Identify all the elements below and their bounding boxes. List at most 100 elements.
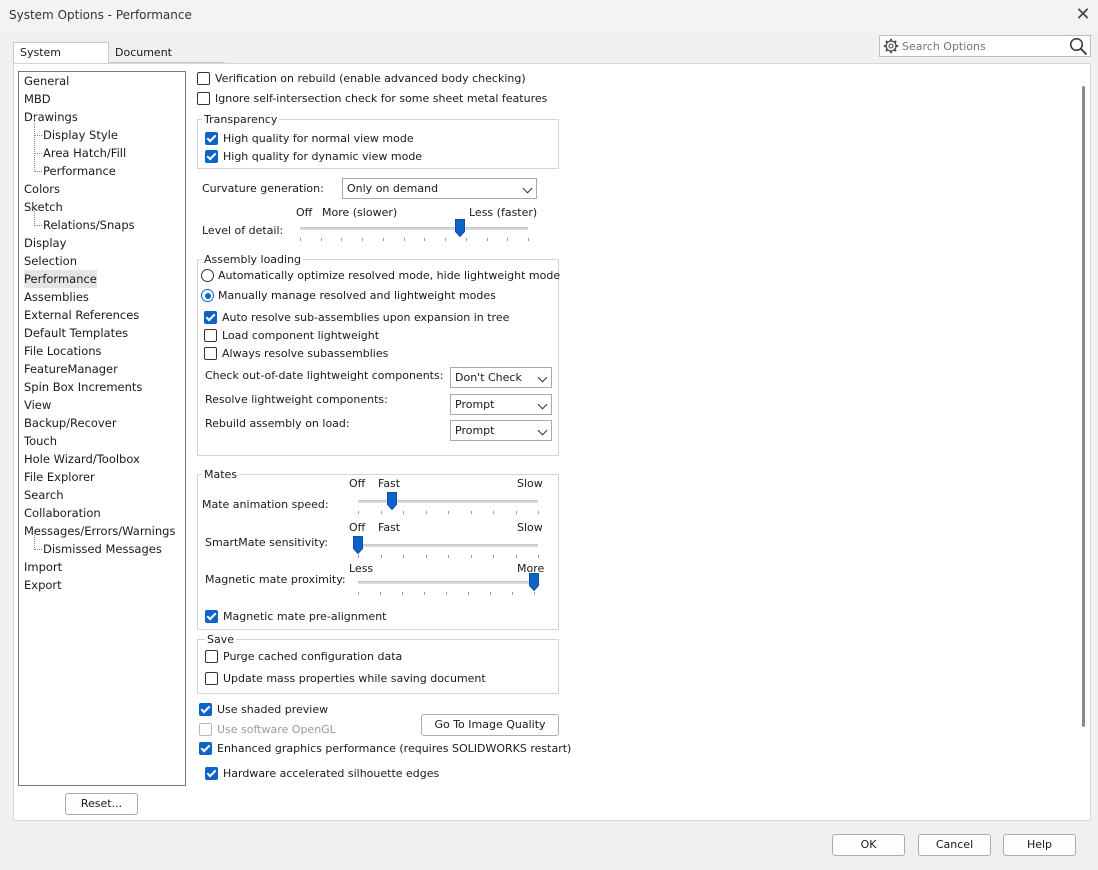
magnetic-pre-alignment-checkbox[interactable]: Magnetic mate pre-alignment (205, 609, 386, 625)
lod-max-label: Less (faster) (469, 206, 538, 219)
slider-thumb[interactable] (387, 492, 397, 510)
nav-item-hole-wizard-toolbox[interactable]: Hole Wizard/Toolbox (24, 450, 140, 468)
nav-item-export[interactable]: Export (24, 576, 62, 594)
slider-tick (358, 555, 359, 558)
lod-label: Level of detail: (202, 224, 284, 237)
resolve-lightweight-dropdown[interactable]: Prompt (450, 394, 552, 415)
slider-tick (528, 238, 529, 241)
nav-item-spin-box-increments[interactable]: Spin Box Increments (24, 378, 142, 396)
nav-item-collaboration[interactable]: Collaboration (24, 504, 101, 522)
checkbox-label: Verification on rebuild (enable advanced… (215, 72, 526, 85)
ignore-self-intersection-checkbox[interactable]: Ignore self-intersection check for some … (197, 91, 547, 107)
lod-off-label: Off (296, 206, 313, 219)
close-icon[interactable]: ✕ (1074, 4, 1092, 26)
slider-thumb[interactable] (529, 573, 539, 591)
nav-item-dismissed-messages[interactable]: Dismissed Messages (34, 531, 162, 558)
nav-item-colors[interactable]: Colors (24, 180, 60, 198)
auto-optimize-radio[interactable]: Automatically optimize resolved mode, hi… (201, 268, 560, 284)
slider-tick (426, 555, 427, 558)
verification-on-rebuild-checkbox[interactable]: Verification on rebuild (enable advanced… (197, 71, 526, 87)
gear-icon[interactable] (883, 38, 899, 54)
slider-tick (300, 238, 301, 241)
tab-system-options[interactable]: System Options (13, 42, 109, 78)
slider-tick (507, 238, 508, 241)
transparency-dynamic-checkbox[interactable]: High quality for dynamic view mode (205, 149, 422, 165)
checkbox-box (199, 703, 212, 716)
checkbox-label: Use software OpenGL (217, 723, 336, 736)
enhanced-graphics-checkbox[interactable]: Enhanced graphics performance (requires … (199, 741, 571, 757)
slider-tick (358, 511, 359, 514)
nav-item-messages[interactable]: Messages/Errors/Warnings (24, 522, 175, 540)
check-out-of-date-dropdown[interactable]: Don't Check (450, 367, 552, 388)
nav-item-touch[interactable]: Touch (24, 432, 57, 450)
mate-speed-slow-label: Slow (517, 477, 543, 490)
smartmate-fast-label: Fast (378, 521, 401, 534)
nav-item-external-references[interactable]: External References (24, 306, 139, 324)
go-to-image-quality-button[interactable]: Go To Image Quality (421, 714, 559, 736)
slider-tick (493, 555, 494, 558)
magnetic-less-label: Less (349, 562, 374, 575)
silhouette-edges-checkbox[interactable]: Hardware accelerated silhouette edges (205, 766, 439, 782)
ok-button[interactable]: OK (832, 834, 905, 856)
curvature-dropdown[interactable]: Only on demand (342, 178, 537, 199)
slider-thumb[interactable] (455, 219, 465, 237)
checkbox-box (197, 72, 210, 85)
auto-resolve-checkbox[interactable]: Auto resolve sub-assemblies upon expansi… (204, 310, 509, 326)
tab-document-properties[interactable]: Document Properties (109, 43, 225, 78)
nav-item-performance[interactable]: Performance (24, 270, 97, 288)
nav-item-search[interactable]: Search (24, 486, 64, 504)
mate-speed-fast-label: Fast (378, 477, 401, 490)
nav-item-relations-snaps[interactable]: Relations/Snaps (34, 207, 135, 234)
cancel-button[interactable]: Cancel (918, 834, 991, 856)
manual-manage-radio[interactable]: Manually manage resolved and lightweight… (201, 288, 496, 304)
slider-track (300, 227, 528, 230)
nav-item-import[interactable]: Import (24, 558, 62, 576)
chevron-down-icon (537, 372, 548, 383)
checkbox-box (205, 650, 218, 663)
slider-tick (466, 238, 467, 241)
transparency-normal-checkbox[interactable]: High quality for normal view mode (205, 131, 414, 147)
rebuild-on-load-dropdown[interactable]: Prompt (450, 420, 552, 441)
vertical-scrollbar[interactable] (1082, 86, 1085, 727)
nav-item-display[interactable]: Display (24, 234, 66, 252)
nav-item-backup-recover[interactable]: Backup/Recover (24, 414, 117, 432)
mate-speed-label: Mate animation speed: (202, 498, 329, 511)
nav-item-sketch[interactable]: Sketch (24, 198, 63, 216)
nav-item-general[interactable]: General (24, 72, 69, 90)
nav-item-drawings-performance[interactable]: Performance (34, 153, 116, 180)
mate-speed-off-label: Off (349, 477, 366, 490)
update-mass-properties-checkbox[interactable]: Update mass properties while saving docu… (205, 671, 486, 687)
nav-item-default-templates[interactable]: Default Templates (24, 324, 128, 342)
nav-item-assemblies[interactable]: Assemblies (24, 288, 89, 306)
nav-item-drawings[interactable]: Drawings (24, 108, 78, 126)
checkbox-box (205, 672, 218, 685)
search-icon[interactable] (1069, 37, 1088, 56)
slider-thumb[interactable] (353, 536, 363, 554)
nav-item-featuremanager[interactable]: FeatureManager (24, 360, 118, 378)
check-out-of-date-label: Check out-of-date lightweight components… (205, 369, 444, 382)
slider-tick (538, 555, 539, 558)
reset-button[interactable]: Reset... (65, 793, 138, 815)
always-resolve-checkbox[interactable]: Always resolve subassemblies (204, 346, 388, 362)
checkbox-label: Enhanced graphics performance (requires … (217, 742, 572, 755)
nav-item-view[interactable]: View (24, 396, 51, 414)
mates-title: Mates (202, 468, 240, 482)
shaded-preview-checkbox[interactable]: Use shaded preview (199, 702, 328, 718)
slider-tick (383, 238, 384, 241)
nav-item-file-explorer[interactable]: File Explorer (24, 468, 95, 486)
purge-cached-checkbox[interactable]: Purge cached configuration data (205, 649, 402, 665)
nav-item-mbd[interactable]: MBD (24, 90, 51, 108)
nav-item-area-hatch-fill[interactable]: Area Hatch/Fill (33, 135, 126, 162)
slider-track (358, 544, 538, 547)
nav-item-file-locations[interactable]: File Locations (24, 342, 102, 360)
slider-tick (321, 238, 322, 241)
help-button[interactable]: Help (1003, 834, 1076, 856)
nav-item-selection[interactable]: Selection (24, 252, 77, 270)
category-tree[interactable]: General MBD Drawings Display Style Area … (18, 71, 186, 786)
nav-item-display-style[interactable]: Display Style (34, 117, 118, 144)
load-lightweight-checkbox[interactable]: Load component lightweight (204, 328, 379, 344)
checkbox-box (197, 92, 210, 105)
slider-tick (381, 555, 382, 558)
search-input[interactable] (902, 38, 1062, 54)
rebuild-on-load-label: Rebuild assembly on load: (205, 417, 350, 430)
